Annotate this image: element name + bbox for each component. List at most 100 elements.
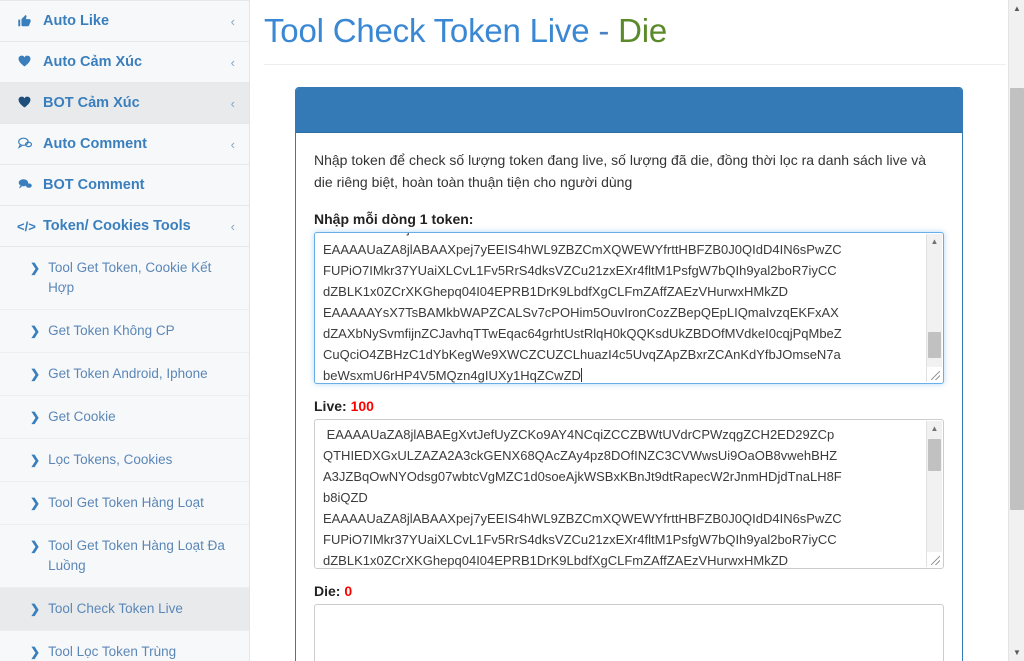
sidebar-subitem-get-cookie[interactable]: ❯ Get Cookie [0,396,249,439]
sidebar-item-label: Token/ Cookies Tools [43,218,191,234]
chevron-right-icon: ❯ [30,261,41,275]
token-input-scrollbar[interactable]: ▲ ▼ [926,234,942,382]
sidebar-subitem-tool-check-token-live[interactable]: ❯ Tool Check Token Live [0,588,249,631]
token-line: dZAXbNySvmfijnZCJavhqTTwEqac64grhtUstRlq… [323,326,842,341]
chevron-left-icon: ‹ [230,13,235,29]
chevron-right-icon: ❯ [30,645,41,659]
panel-body: Nhập token để check số lượng token đang … [296,133,962,661]
sidebar-subitem-label: Get Token Không CP [48,323,175,338]
sidebar-item-auto-like[interactable]: Auto Like ‹ [0,1,249,42]
die-count: 0 [344,583,353,599]
token-input-wrapper: EAAAAUaZA8jlABAAX EAAAAUaZA8jlABAAXpej7y… [314,232,944,384]
sidebar-item-auto-cam-xuc[interactable]: Auto Cảm Xúc ‹ [0,42,249,83]
sidebar-subitem-label: Get Token Android, Iphone [48,366,208,381]
scrollbar-track[interactable] [927,437,943,551]
die-output-wrapper [314,604,944,661]
token-input[interactable]: EAAAAUaZA8jlABAAX EAAAAUaZA8jlABAAXpej7y… [314,232,944,384]
chevron-left-icon: ‹ [230,54,235,70]
live-output-scrollbar[interactable]: ▲ ▼ [926,421,942,567]
live-line: EAAAAUaZA8jlABAAXpej7yEEIS4hWL9ZBZCmXQWE… [323,511,842,526]
scrollbar-thumb[interactable] [927,332,941,358]
token-line-partial: EAAAAUaZA8jlABAAX [323,233,919,239]
sidebar-item-token-cookies-tools[interactable]: </> Token/ Cookies Tools ‹ [0,206,249,247]
live-line: EAAAAUaZA8jlABAEgXvtJefUyZCKo9AY4NCqiZCC… [323,427,835,442]
sidebar-subitem-label: Lọc Tokens, Cookies [48,452,173,467]
live-label-prefix: Live: [314,398,347,414]
token-line: EAAAAAYsX7TsBAMkbWAPZCALSv7cPOHim5OuvIro… [323,305,839,320]
chevron-right-icon: ❯ [30,410,41,424]
token-line: dZBLK1x0ZCrXKGhepq04I04EPRB1DrK9LbdfXgCL… [323,284,789,299]
token-line-text: beWsxmU6rHP4V5MQzn4gIUXy1HqZCwZD [323,368,581,383]
scroll-up-icon[interactable]: ▲ [927,421,943,437]
panel-heading [296,88,962,133]
sidebar-subitem-get-token-khong-cp[interactable]: ❯ Get Token Không CP [0,310,249,353]
sidebar-subitem-tool-loc-token-trung[interactable]: ❯ Tool Lọc Token Trùng [0,631,249,661]
die-label-prefix: Die: [314,583,341,599]
comment-filled-icon [17,177,36,193]
chevron-right-icon: ❯ [30,539,41,553]
scrollbar-track[interactable] [927,250,943,366]
live-output-label: Live: 100 [314,398,944,414]
sidebar-item-bot-cam-xuc[interactable]: BOT Cảm Xúc ‹ [0,83,249,124]
token-input-label: Nhập mỗi dòng 1 token: [314,211,474,227]
page-title: Tool Check Token Live - Die [264,0,1006,65]
live-count: 100 [350,398,374,414]
sidebar-item-label: Auto Cảm Xúc [43,54,143,70]
resize-handle-icon[interactable] [927,367,942,382]
page-scrollbar[interactable]: ▲ ▼ [1008,0,1024,661]
sidebar-item-label: Auto Like [43,13,110,29]
live-line: QTHIEDXGxULZAZA2A3ckGENX68QAcZAy4pz8DOfI… [323,448,838,463]
chevron-left-icon: ‹ [230,136,235,152]
scroll-up-icon[interactable]: ▲ [927,234,943,250]
sidebar-subitem-label: Tool Get Token Hàng Loạt Đa Luồng [48,538,225,573]
live-line: FUPiO7IMkr37YUaiXLCvL1Fv5RrS4dksVZCu21zx… [323,532,837,547]
die-output[interactable] [314,604,944,661]
token-input-text: EAAAAUaZA8jlABAAX EAAAAUaZA8jlABAAXpej7y… [323,233,919,383]
scrollbar-thumb[interactable] [927,439,941,471]
token-line: CuQciO4ZBHzC1dYbKegWe9XWCZCUZCLhuazI4c5U… [323,347,841,362]
sidebar-subitem-loc-tokens-cookies[interactable]: ❯ Lọc Tokens, Cookies [0,439,249,482]
page-scroll-up-icon[interactable]: ▲ [1009,0,1024,17]
chevron-right-icon: ❯ [30,367,41,381]
live-line: b8iQZD [323,490,368,505]
sidebar-subitem-label: Tool Lọc Token Trùng [48,644,177,659]
sidebar-item-label: Auto Comment [43,136,147,152]
panel-description: Nhập token để check số lượng token đang … [314,152,927,190]
comment-icon [17,136,36,152]
live-output[interactable]: EAAAAUaZA8jlABAEgXvtJefUyZCKo9AY4NCqiZCC… [314,419,944,569]
sidebar-subitem-tool-get-token-hang-loat[interactable]: ❯ Tool Get Token Hàng Loạt [0,482,249,525]
heart-icon [17,54,36,70]
heart-filled-icon [17,95,36,111]
sidebar-navigation: Auto Like ‹ Auto Cảm Xúc ‹ BOT Cảm Xúc ‹ [0,0,250,661]
tool-panel: Nhập token để check số lượng token đang … [295,87,963,661]
page-title-separator: - [589,12,619,49]
live-line: dZBLK1x0ZCrXKGhepq04I04EPRB1DrK9LbdfXgCL… [323,553,789,568]
live-output-text: EAAAAUaZA8jlABAEgXvtJefUyZCKo9AY4NCqiZCC… [323,424,919,568]
page-scroll-down-icon[interactable]: ▼ [1009,644,1024,661]
chevron-right-icon: ❯ [30,453,41,467]
resize-handle-icon[interactable] [927,552,942,567]
sidebar-subitem-get-token-android-iphone[interactable]: ❯ Get Token Android, Iphone [0,353,249,396]
live-line: A3JZBqOwNYOdsg07wbtcVgMZC1d0soeAjkWSBxKB… [323,469,842,484]
chevron-right-icon: ❯ [30,602,41,616]
code-icon: </> [17,218,36,234]
sidebar-subitem-label: Tool Check Token Live [48,601,183,616]
text-caret [580,368,582,382]
sidebar-item-bot-comment[interactable]: BOT Comment [0,165,249,206]
sidebar-item-label: BOT Comment [43,177,145,193]
sidebar-subitem-label: Get Cookie [48,409,116,424]
page-title-accent: Die [618,12,668,49]
sidebar-subitem-tool-get-token-cookie-ket-hop[interactable]: ❯ Tool Get Token, Cookie Kết Hợp [0,247,249,310]
sidebar-subitem-label: Tool Get Token Hàng Loạt [48,495,204,510]
token-line: EAAAAUaZA8jlABAAXpej7yEEIS4hWL9ZBZCmXQWE… [323,242,842,257]
sidebar-subitem-label: Tool Get Token, Cookie Kết Hợp [48,260,212,295]
app-root: Auto Like ‹ Auto Cảm Xúc ‹ BOT Cảm Xúc ‹ [0,0,1024,661]
chevron-right-icon: ❯ [30,324,41,338]
page-scrollbar-thumb[interactable] [1010,88,1024,510]
sidebar-item-auto-comment[interactable]: Auto Comment ‹ [0,124,249,165]
die-output-label: Die: 0 [314,583,944,599]
chevron-left-icon: ‹ [230,95,235,111]
sidebar-subitem-tool-get-token-hang-loat-da-luong[interactable]: ❯ Tool Get Token Hàng Loạt Đa Luồng [0,525,249,588]
token-line: FUPiO7IMkr37YUaiXLCvL1Fv5RrS4dksVZCu21zx… [323,263,837,278]
live-output-wrapper: EAAAAUaZA8jlABAEgXvtJefUyZCKo9AY4NCqiZCC… [314,419,944,569]
